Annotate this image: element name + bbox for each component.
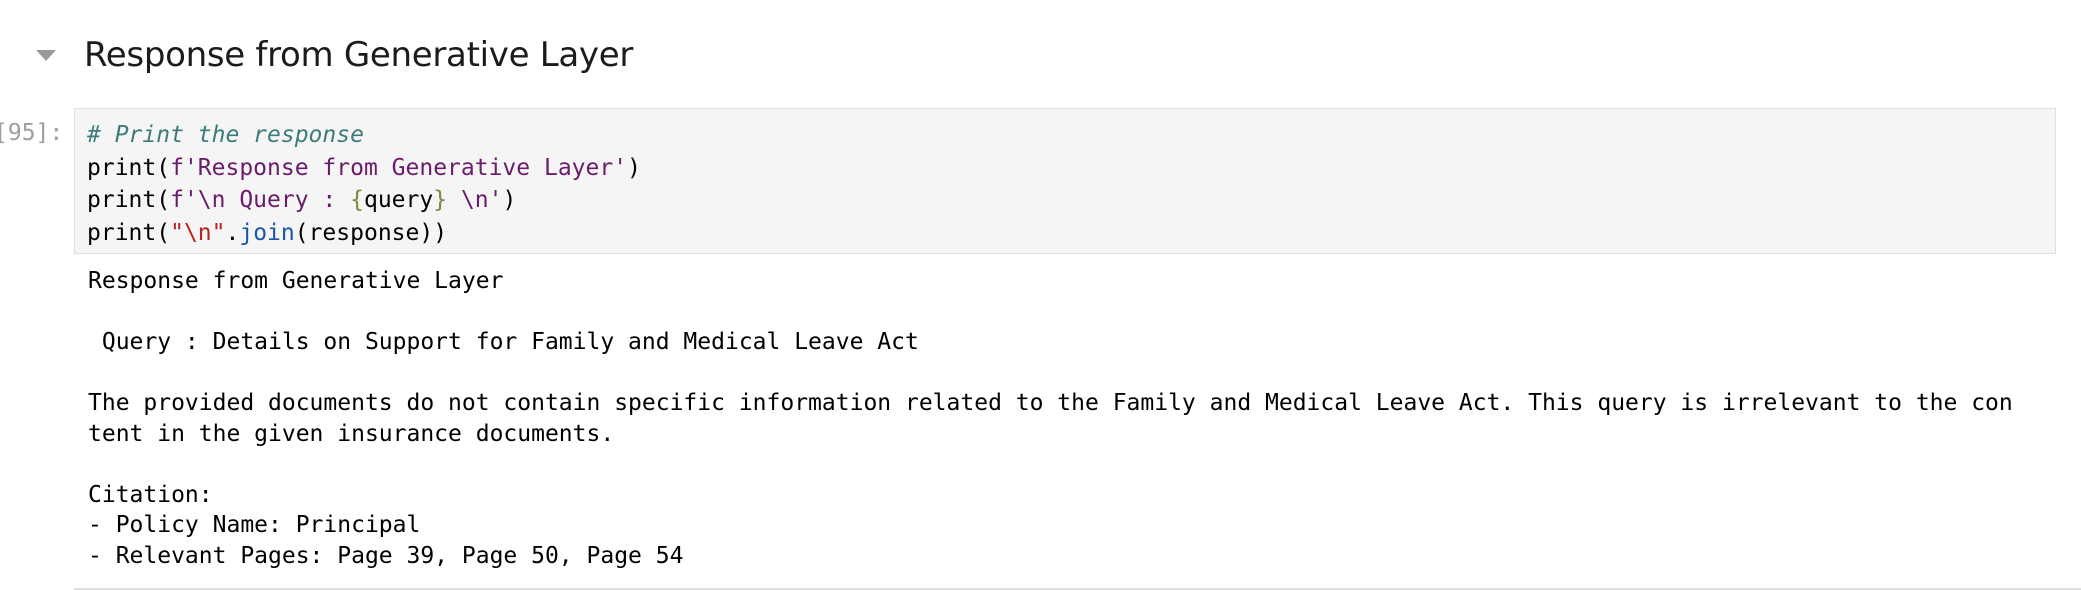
prompt-label: [95]: xyxy=(0,120,64,146)
code-line-print-title: print(f'Response from Generative Layer') xyxy=(87,154,641,181)
output-line: The provided documents do not contain sp… xyxy=(88,390,2013,416)
section-heading: Response from Generative Layer xyxy=(84,35,633,75)
code-line-print-join: print("\n".join(response)) xyxy=(87,219,448,246)
collapse-caret-icon[interactable] xyxy=(36,50,56,61)
code-editor[interactable]: # Print the response print(f'Response fr… xyxy=(87,119,641,249)
code-line-comment: # Print the response xyxy=(87,122,364,148)
output-line: - Policy Name: Principal xyxy=(88,512,421,538)
output-line: Citation: xyxy=(88,481,213,508)
output-text: Response from Generative Layer Query : D… xyxy=(88,266,2013,571)
output-line: - Relevant Pages: Page 39, Page 50, Page… xyxy=(88,542,684,569)
code-line-print-query: print(f'\n Query : {query} \n') xyxy=(87,187,517,213)
execution-count-prompt: [95]: xyxy=(0,120,66,146)
output-line: tent in the given insurance documents. xyxy=(88,420,615,447)
cell-output-area: Response from Generative Layer Query : D… xyxy=(74,254,2081,590)
code-input-area[interactable]: # Print the response print(f'Response fr… xyxy=(74,108,2056,254)
output-line: Query : Details on Support for Family an… xyxy=(88,329,919,355)
output-line: Response from Generative Layer xyxy=(88,268,504,294)
markdown-cell: Response from Generative Layer xyxy=(0,0,2081,105)
